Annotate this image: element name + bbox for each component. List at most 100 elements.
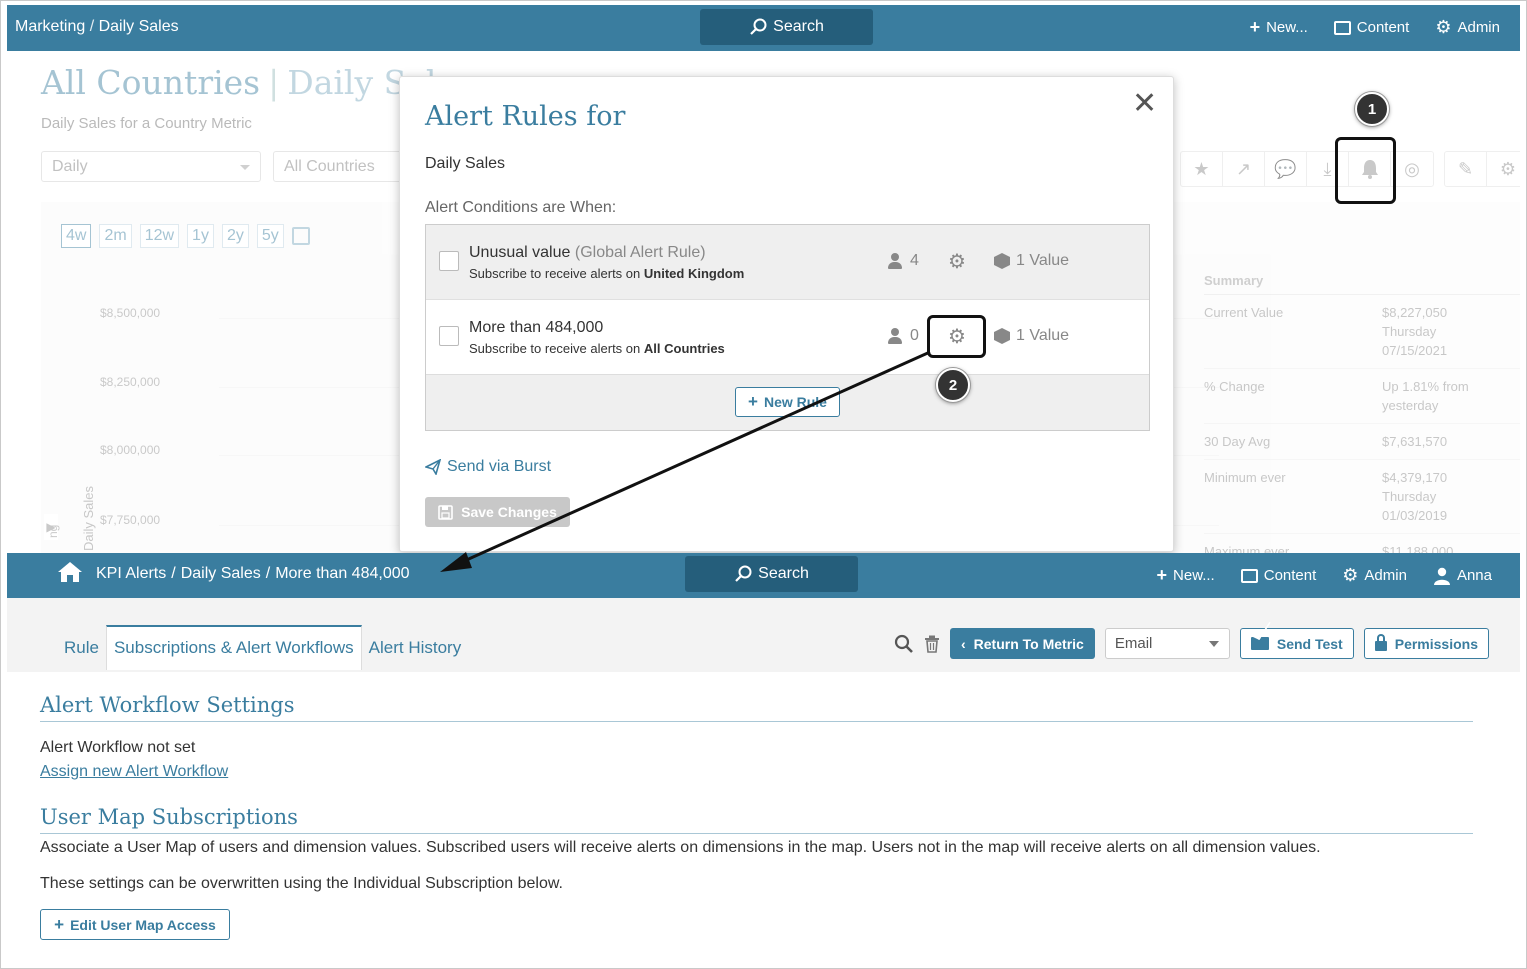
summary-value: $4,379,170 Thursday 01/03/2019 [1382, 470, 1448, 523]
edit-user-map-button[interactable]: + Edit User Map Access [40, 909, 230, 940]
workflow-heading: Alert Workflow Settings [40, 693, 1473, 722]
close-icon[interactable]: ✕ [1132, 89, 1157, 119]
save-changes-button[interactable]: Save Changes [425, 497, 570, 527]
new-rule-button[interactable]: + New Rule [735, 387, 840, 417]
rule-checkbox[interactable] [439, 251, 459, 271]
breadcrumb-page[interactable]: Daily Sales [99, 18, 179, 35]
gear-icon[interactable]: ⚙ [1487, 152, 1520, 186]
trash-icon[interactable] [924, 635, 940, 653]
country-select-value: All Countries [284, 158, 375, 175]
subscribe-target[interactable]: All Countries [644, 341, 725, 356]
rule-name-text: Unusual value [469, 244, 571, 261]
admin-label: Admin [1457, 19, 1500, 36]
page-title: All Countries | Daily Sal [41, 63, 436, 102]
home-icon[interactable] [57, 561, 83, 583]
save-icon [438, 504, 453, 520]
user-icon [888, 253, 902, 269]
rules-list: Unusual value (Global Alert Rule) Subscr… [425, 224, 1150, 431]
pencil-icon[interactable]: ✎ [1445, 152, 1487, 186]
paper-plane-icon [425, 459, 441, 475]
search-label: Search [758, 565, 809, 582]
admin-menu[interactable]: ⚙ Admin [1342, 565, 1407, 586]
comment-icon[interactable]: 💬 [1265, 152, 1307, 186]
y-tick: $8,250,000 [100, 375, 161, 389]
country-select[interactable]: All Countries [273, 151, 403, 182]
new-menu[interactable]: + New... [1250, 17, 1308, 38]
range-2y[interactable]: 2y [221, 224, 249, 248]
summary-value: Up 1.81% from yesterday [1382, 379, 1469, 413]
range-1y[interactable]: 1y [187, 224, 214, 248]
admin-menu[interactable]: ⚙ Admin [1435, 17, 1500, 38]
breadcrumb-rule: More than 484,000 [275, 565, 410, 582]
callout-badge-1: 1 [1355, 92, 1389, 126]
subscribe-target[interactable]: United Kingdom [644, 266, 744, 281]
plus-icon: + [1249, 17, 1261, 37]
rule-subscribe-text: Subscribe to receive alerts on United Ki… [469, 266, 744, 281]
content-menu[interactable]: Content [1240, 567, 1317, 584]
range-12w[interactable]: 12w [139, 224, 180, 248]
y-tick: $7,750,000 [100, 513, 161, 527]
star-icon[interactable]: ★ [1181, 152, 1223, 186]
global-rule-tag: (Global Alert Rule) [574, 244, 706, 261]
admin-label: Admin [1364, 567, 1407, 584]
rule-row-unusual-value[interactable]: Unusual value (Global Alert Rule) Subscr… [426, 225, 1149, 300]
share-icon[interactable]: ↗ [1223, 152, 1265, 186]
chevron-left-icon: ‹ [960, 635, 966, 652]
user-menu[interactable]: Anna [1433, 567, 1492, 585]
return-to-metric-button[interactable]: ‹ Return To Metric [949, 628, 1095, 659]
tab-rule[interactable]: Rule [57, 627, 106, 670]
new-menu[interactable]: + New... [1157, 565, 1215, 586]
subscriber-count-value: 4 [910, 252, 919, 269]
range-buttons: 4w 2m 12w 1y 2y 5y [61, 224, 310, 248]
tab-alert-history[interactable]: Alert History [362, 627, 469, 670]
lock-icon [1374, 634, 1387, 651]
search-label: Search [773, 18, 824, 35]
envelope-icon [1250, 637, 1269, 650]
summary-value: $7,631,570 [1382, 434, 1448, 449]
search-button[interactable]: Search [685, 556, 858, 592]
rule-name: Unusual value (Global Alert Rule) [469, 244, 706, 262]
range-2m[interactable]: 2m [99, 224, 132, 248]
y-tick: $8,500,000 [100, 306, 161, 320]
subscriber-count: 4 [888, 252, 919, 270]
content-menu[interactable]: Content [1333, 19, 1409, 36]
permissions-button[interactable]: Permissions [1363, 628, 1489, 659]
rule-values-text: 1 Value [1016, 327, 1070, 344]
burst-label: Send via Burst [447, 458, 552, 475]
channel-select[interactable]: Email [1104, 628, 1230, 659]
target-icon[interactable]: ◎ [1391, 152, 1433, 186]
tab-subscriptions[interactable]: Subscriptions & Alert Workflows [105, 625, 362, 670]
gear-icon[interactable]: ⚙ [948, 249, 966, 274]
user-label: Anna [1456, 567, 1492, 584]
send-via-burst-link[interactable]: Send via Burst [425, 458, 551, 476]
title-main: All Countries [41, 63, 261, 102]
content-label: Content [1263, 567, 1317, 584]
summary-row: Minimum ever $4,379,170 Thursday 01/03/20… [1204, 460, 1520, 534]
cube-icon [994, 328, 1010, 344]
page-subtitle: Daily Sales for a Country Metric [41, 115, 252, 132]
alert-rules-modal: Alert Rules for ✕ Daily Sales Alert Cond… [399, 76, 1174, 552]
range-4w[interactable]: 4w [61, 224, 92, 248]
rule-checkbox[interactable] [439, 326, 459, 346]
period-select[interactable]: Daily [41, 151, 261, 182]
breadcrumb-kpi-alerts[interactable]: KPI Alerts [96, 565, 166, 583]
breadcrumb-root[interactable]: Marketing [15, 18, 85, 35]
search-button[interactable]: Search [700, 9, 873, 45]
breadcrumb-daily-sales[interactable]: Daily Sales [181, 565, 261, 583]
search-icon[interactable] [894, 634, 914, 654]
summary-key: Maximum ever [1204, 544, 1290, 553]
assign-workflow-link[interactable]: Assign new Alert Workflow [40, 763, 228, 781]
send-test-button[interactable]: Send Test [1239, 628, 1354, 659]
summary-value: $8,227,050 Thursday 07/15/2021 [1382, 305, 1448, 358]
workflow-status: Alert Workflow not set [40, 739, 196, 756]
save-label: Save Changes [461, 504, 557, 520]
plus-icon: + [54, 914, 65, 934]
summary-value: $11,188,000 [1382, 544, 1454, 553]
rule-row-more-than[interactable]: More than 484,000 Subscribe to receive a… [426, 300, 1149, 375]
summary-key: 30 Day Avg [1204, 434, 1271, 449]
summary-row: Maximum ever $11,188,000 [1204, 534, 1520, 553]
calendar-icon[interactable] [291, 227, 310, 245]
range-5y[interactable]: 5y [256, 224, 284, 248]
period-select-value: Daily [52, 158, 88, 175]
tabs: Rule Subscriptions & Alert Workflows Ale… [57, 625, 468, 670]
